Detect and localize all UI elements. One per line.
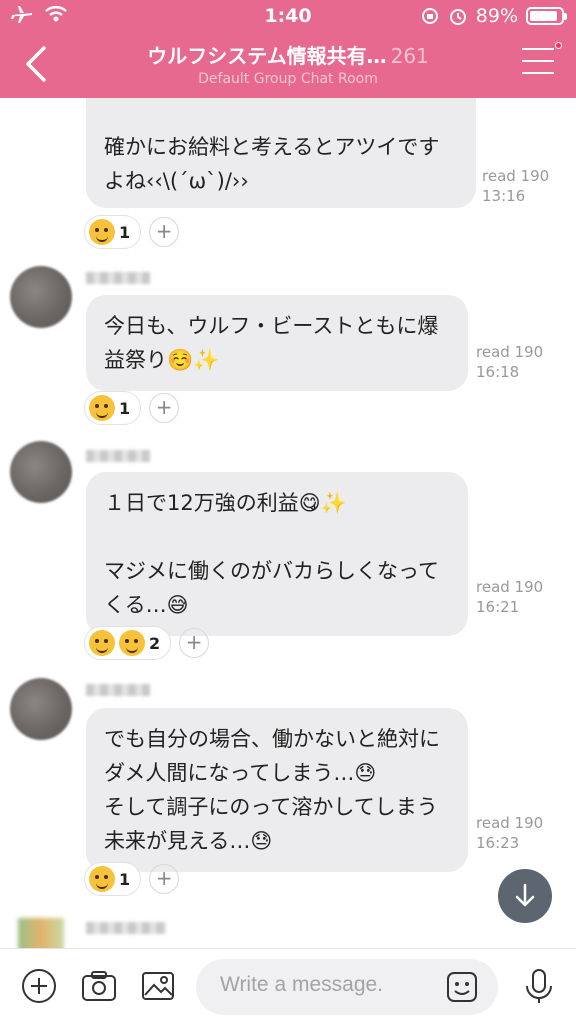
message-line: ダメ人間になってしまう…😓 [104, 761, 377, 785]
grinning-face-icon [119, 630, 145, 656]
message-input[interactable] [220, 973, 440, 997]
reaction-count: 1 [119, 222, 131, 242]
message-line: 確かにお給料と考えるとアツイです [104, 135, 440, 159]
reaction-chip[interactable]: 1 [84, 391, 142, 425]
message-meta: read 190 16:18 [476, 342, 543, 382]
message-meta: read 190 13:16 [482, 166, 549, 206]
notification-dot [555, 42, 562, 49]
message-bubble[interactable]: 確かにお給料と考えるとアツイです よね‹‹\(´ω`)/›› [86, 98, 476, 208]
reaction-row: 1 + [84, 862, 180, 896]
message-line: くる…😅 [104, 593, 189, 617]
reaction-row: 1 + [84, 391, 180, 425]
image-icon[interactable] [139, 967, 177, 1005]
message-meta: read 190 16:21 [476, 577, 543, 617]
sender-name [86, 450, 150, 462]
message-line: 今日も、ウルフ・ビーストともに爆 [104, 314, 439, 338]
reaction-count: 1 [119, 398, 131, 418]
chat-title-area[interactable]: ウルフシステム情報共有… 261 Default Group Chat Room [100, 40, 476, 87]
status-bar: 1:40 89% [0, 0, 576, 34]
message-line: でも自分の場合、働かないと絶対に [104, 727, 440, 751]
message-line: そして調子にのって溶かしてしまう [104, 795, 438, 819]
laughing-face-icon [89, 630, 115, 656]
avatar[interactable] [10, 678, 72, 740]
member-count: 261 [390, 44, 429, 68]
message-list[interactable]: 確かにお給料と考えるとアツイです よね‹‹\(´ω`)/›› read 190 … [0, 98, 576, 948]
back-button[interactable] [22, 44, 52, 84]
add-reaction-button[interactable]: + [149, 217, 180, 247]
add-reaction-button[interactable]: + [149, 864, 180, 894]
menu-button[interactable] [522, 42, 562, 76]
sender-name [86, 684, 150, 696]
message-line [104, 520, 450, 554]
grinning-face-icon [89, 395, 115, 421]
grinning-face-icon [89, 219, 115, 245]
message-time: 16:21 [476, 598, 520, 616]
battery-percent: 89% [475, 5, 518, 27]
chat-title: ウルフシステム情報共有… 261 [100, 40, 476, 69]
reaction-count: 1 [119, 869, 131, 889]
reaction-chip[interactable]: 1 [84, 215, 142, 249]
message-line: １日で12万強の利益😋✨ [104, 491, 347, 515]
message-time: 16:23 [476, 834, 520, 852]
scroll-to-bottom-button[interactable] [498, 869, 552, 923]
camera-icon[interactable] [80, 967, 118, 1005]
chat-subtitle: Default Group Chat Room [198, 71, 378, 87]
read-count: read 190 [476, 578, 544, 596]
sender-name [86, 922, 166, 934]
reaction-row: 1 + [84, 215, 180, 249]
plus-circle-icon[interactable] [20, 967, 58, 1005]
battery-level [530, 11, 557, 21]
message-bubble[interactable]: でも自分の場合、働かないと絶対に ダメ人間になってしまう…😓 そして調子にのって… [86, 708, 468, 872]
reaction-chip[interactable]: 2 [84, 626, 172, 660]
message-line: 益祭り☺️✨ [104, 348, 220, 372]
reaction-chip[interactable]: 1 [84, 862, 142, 896]
microphone-icon[interactable] [520, 967, 558, 1005]
read-count: read 190 [476, 814, 544, 832]
message-time: 13:16 [482, 187, 526, 205]
arrow-down-icon [515, 883, 535, 907]
add-reaction-button[interactable]: + [179, 628, 210, 658]
avatar[interactable] [10, 266, 72, 328]
orientation-lock-icon [421, 8, 438, 24]
reaction-row: 2 + [84, 626, 210, 660]
message-line: マジメに働くのがバカらしくなって [104, 559, 439, 583]
avatar[interactable] [18, 918, 64, 948]
message-time: 16:18 [476, 363, 520, 381]
alarm-icon [449, 9, 466, 25]
avatar[interactable] [10, 441, 72, 503]
message-line: よね‹‹\(´ω`)/›› [104, 169, 249, 193]
add-reaction-button[interactable]: + [149, 393, 180, 423]
message-bubble[interactable]: １日で12万強の利益😋✨ マジメに働くのがバカらしくなって くる…😅 [86, 472, 468, 636]
battery-icon [526, 7, 567, 25]
read-count: read 190 [476, 343, 544, 361]
message-line: 未来が見える…😓 [104, 829, 273, 853]
message-bubble[interactable]: 今日も、ウルフ・ビーストともに爆 益祭り☺️✨ [86, 295, 468, 391]
chat-name: ウルフシステム情報共有… [147, 44, 387, 68]
status-right: 89% [420, 5, 567, 27]
sticker-icon[interactable] [446, 971, 478, 1003]
sender-name [86, 272, 150, 284]
app-header: 1:40 89% ウルフシステム情報共有… 261 Default Group C… [0, 0, 576, 98]
read-count: read 190 [482, 167, 550, 185]
message-meta: read 190 16:23 [476, 813, 543, 853]
grinning-face-icon [89, 866, 115, 892]
input-bar [0, 948, 576, 1024]
message-input-wrap [196, 959, 498, 1015]
reaction-count: 2 [149, 633, 161, 653]
